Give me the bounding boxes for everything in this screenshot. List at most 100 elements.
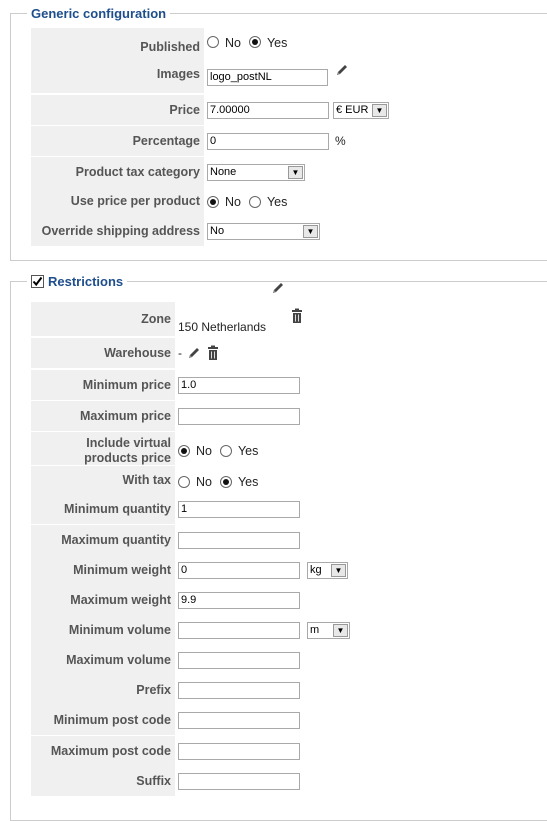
chevron-down-icon: ▼	[372, 103, 387, 117]
price-per-product-row: Use price per product No Yes	[31, 187, 547, 216]
override-shipping-select[interactable]: No ▼	[207, 222, 320, 240]
max-weight-row: Maximum weight 9.9	[31, 585, 547, 615]
warehouse-value: -	[178, 346, 182, 360]
max-post-code-input[interactable]	[178, 742, 300, 760]
min-quantity-label: Minimum quantity	[31, 494, 175, 524]
trash-icon[interactable]	[290, 308, 306, 324]
price-per-product-label: Use price per product	[31, 187, 204, 216]
include-virtual-no-radio[interactable]	[178, 444, 190, 457]
suffix-input[interactable]	[178, 772, 300, 790]
suffix-label: Suffix	[31, 766, 175, 796]
max-quantity-row: Maximum quantity	[31, 525, 547, 555]
prefix-input[interactable]	[178, 681, 300, 699]
include-virtual-row: Include virtual products price No Yes	[31, 432, 547, 465]
min-post-code-input[interactable]	[178, 711, 300, 729]
published-no-radio[interactable]	[207, 36, 219, 48]
images-input[interactable]: logo_postNL	[207, 68, 328, 86]
published-yes-radio[interactable]	[248, 36, 261, 48]
chevron-down-icon: ▼	[288, 165, 303, 179]
include-virtual-label: Include virtual products price	[31, 432, 175, 465]
published-yes-label: Yes	[266, 36, 288, 50]
images-label: Images	[31, 55, 204, 93]
weight-unit-select[interactable]: kg ▼	[307, 561, 348, 579]
include-virtual-yes-label: Yes	[237, 443, 259, 458]
prefix-row: Prefix	[31, 675, 547, 705]
max-price-input[interactable]	[178, 407, 300, 425]
checkbox-checked-icon	[32, 276, 43, 287]
published-no-label: No	[225, 36, 241, 50]
price-label: Price	[31, 95, 204, 125]
min-weight-input[interactable]: 0	[178, 561, 300, 579]
suffix-row: Suffix	[31, 766, 547, 796]
max-volume-row: Maximum volume	[31, 645, 547, 675]
pencil-icon[interactable]	[186, 345, 202, 361]
include-virtual-label-line2: products price	[84, 450, 171, 465]
max-volume-label: Maximum volume	[31, 645, 175, 675]
trash-icon[interactable]	[206, 345, 222, 361]
percentage-row: Percentage 0 %	[31, 126, 547, 156]
percentage-input[interactable]: 0	[207, 132, 329, 150]
override-shipping-value: No	[210, 225, 225, 237]
max-weight-input[interactable]: 9.9	[178, 591, 300, 609]
with-tax-yes-label: Yes	[237, 475, 259, 489]
min-price-input[interactable]: 1.0	[178, 376, 300, 394]
min-post-code-row: Minimum post code	[31, 705, 547, 735]
pencil-icon[interactable]	[334, 62, 350, 78]
chevron-down-icon: ▼	[333, 623, 348, 637]
include-virtual-no-label: No	[196, 443, 212, 458]
with-tax-no-radio[interactable]	[178, 476, 190, 488]
min-price-label: Minimum price	[31, 370, 175, 400]
prefix-label: Prefix	[31, 675, 175, 705]
with-tax-no-label: No	[196, 475, 212, 489]
override-shipping-label: Override shipping address	[31, 216, 204, 246]
min-volume-row: Minimum volume m ▼	[31, 615, 547, 645]
max-quantity-label: Maximum quantity	[31, 525, 175, 555]
zone-value: 150 Netherlands	[178, 320, 267, 334]
price-input[interactable]: 7.00000	[207, 101, 329, 119]
images-row: Images logo_postNL	[31, 55, 547, 93]
price-row: Price 7.00000 € EUR ▼	[31, 95, 547, 125]
volume-unit-value: m	[310, 624, 320, 636]
tax-category-row: Product tax category None ▼	[31, 157, 547, 187]
min-price-row: Minimum price 1.0	[31, 370, 547, 400]
max-quantity-input[interactable]	[178, 531, 300, 549]
percentage-unit: %	[335, 134, 346, 148]
with-tax-yes-radio[interactable]	[219, 476, 232, 488]
max-price-row: Maximum price	[31, 401, 547, 431]
min-quantity-row: Minimum quantity 1	[31, 494, 547, 524]
pencil-icon[interactable]	[270, 280, 286, 296]
price-per-product-no-radio[interactable]	[207, 195, 219, 208]
restrictions-fieldset: Restrictions Zone 150 Netherlands Wareho…	[10, 274, 547, 821]
min-post-code-label: Minimum post code	[31, 705, 175, 735]
max-volume-input[interactable]	[178, 651, 300, 669]
zone-label: Zone	[31, 302, 175, 336]
min-volume-input[interactable]	[178, 621, 300, 639]
price-per-product-no-label: No	[225, 194, 241, 209]
tax-category-label: Product tax category	[31, 157, 204, 187]
warehouse-label: Warehouse	[31, 338, 175, 368]
zone-row: Zone 150 Netherlands	[31, 283, 547, 336]
include-virtual-yes-radio[interactable]	[219, 444, 232, 457]
min-weight-row: Minimum weight 0 kg ▼	[31, 555, 547, 585]
generic-configuration-legend: Generic configuration	[27, 6, 171, 21]
max-weight-label: Maximum weight	[31, 585, 175, 615]
max-post-code-label: Maximum post code	[31, 736, 175, 766]
max-post-code-row: Maximum post code	[31, 736, 547, 766]
volume-unit-select[interactable]: m ▼	[307, 621, 350, 639]
warehouse-row: Warehouse -	[31, 338, 547, 368]
min-quantity-input[interactable]: 1	[178, 500, 300, 518]
tax-category-select[interactable]: None ▼	[207, 163, 305, 181]
restrictions-checkbox[interactable]	[31, 275, 44, 288]
max-price-label: Maximum price	[31, 401, 175, 431]
include-virtual-label-line1: Include virtual	[86, 436, 171, 451]
chevron-down-icon: ▼	[331, 563, 346, 577]
percentage-label: Percentage	[31, 126, 204, 156]
min-weight-label: Minimum weight	[31, 555, 175, 585]
price-per-product-yes-radio[interactable]	[248, 195, 261, 208]
weight-unit-value: kg	[310, 564, 322, 576]
currency-select[interactable]: € EUR ▼	[333, 101, 389, 119]
min-volume-label: Minimum volume	[31, 615, 175, 645]
chevron-down-icon: ▼	[303, 224, 318, 238]
price-per-product-yes-label: Yes	[266, 194, 288, 209]
generic-configuration-fieldset: Generic configuration Published No Yes I…	[10, 6, 547, 261]
